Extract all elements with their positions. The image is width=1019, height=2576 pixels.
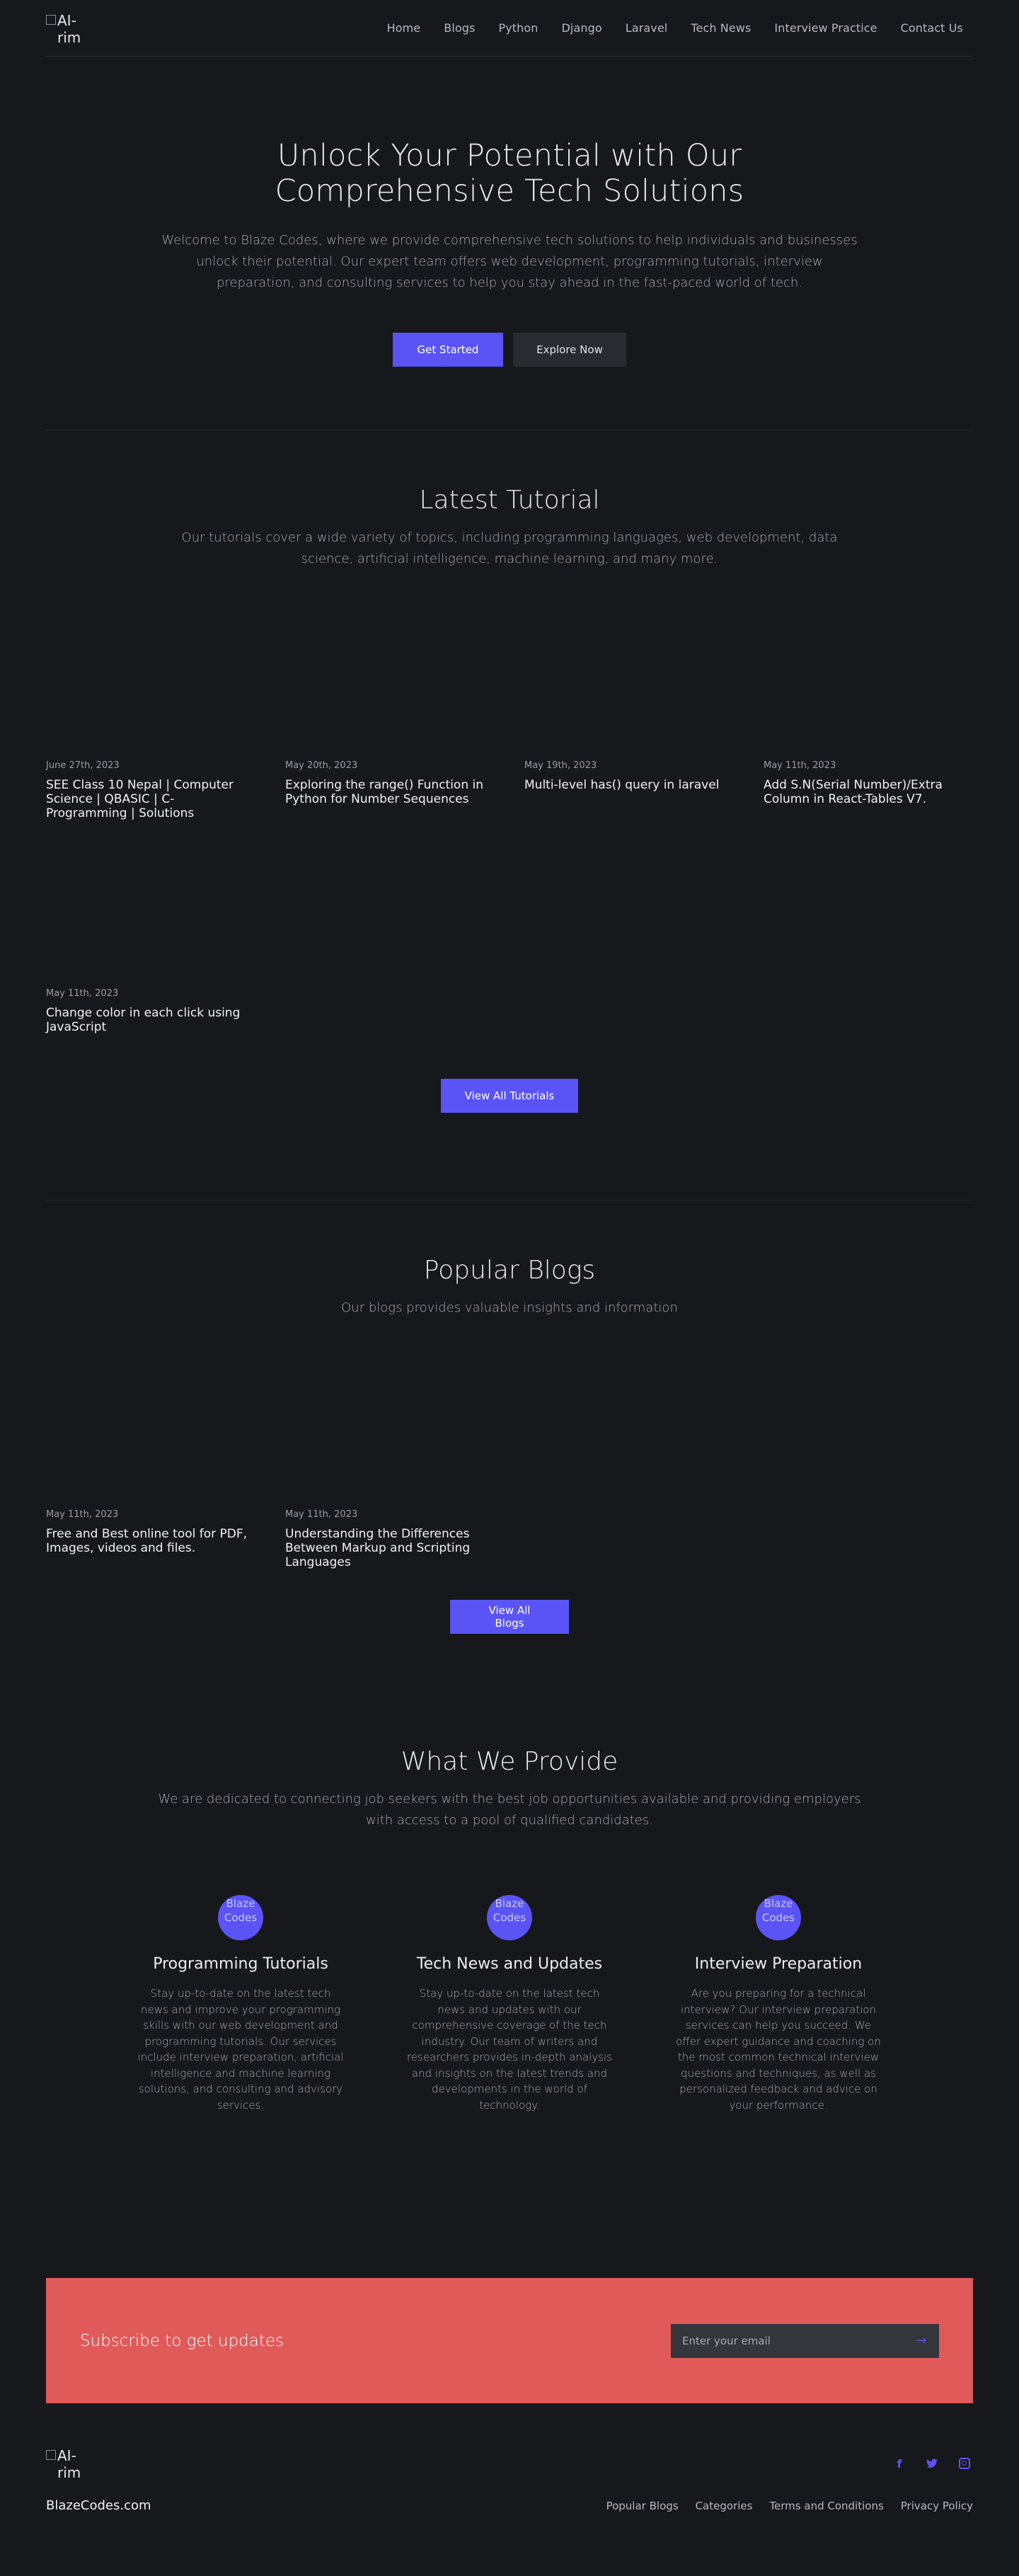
broken-image-icon [46,2450,56,2460]
tutorials-title: Latest Tutorial [419,486,600,515]
nav-tech-news[interactable]: Tech News [691,21,751,35]
nav-blogs[interactable]: Blogs [444,21,475,35]
news-icon: Blaze Codes [487,1895,532,1940]
nav-contact-us[interactable]: Contact Us [901,21,963,35]
social-links: f [894,2457,973,2471]
feature-title: Programming Tutorials [153,1955,328,1973]
feature-title: Interview Preparation [694,1955,863,1973]
footer-link-privacy[interactable]: Privacy Policy [901,2500,973,2512]
hero-section: Unlock Your Potential with Our Comprehen… [46,57,973,430]
popular-blogs-section: Popular Blogs Our blogs provides valuabl… [46,1201,973,1747]
tutorial-card[interactable]: May 11th, 2023 Change color in each clic… [46,837,253,1065]
feature-item: Blaze Codes Interview Preparation Are yo… [673,1895,884,2113]
instagram-icon[interactable] [959,2458,970,2469]
blogs-button-row: View All Blogs [46,1600,973,1634]
card-date: May 11th, 2023 [46,988,119,999]
email-field[interactable] [671,2323,904,2358]
hero-title: Unlock Your Potential with Our Comprehen… [275,138,744,209]
card-title[interactable]: Add S.N(Serial Number)/Extra Column in R… [764,778,970,820]
subscribe-form: → [671,2323,939,2358]
feature-title: Tech News and Updates [416,1955,603,1973]
footer-bottom-row: BlazeCodes.com Popular Blogs Categories … [46,2498,973,2513]
feature-text: Are you preparing for a technical interv… [676,1987,881,2112]
logo-alt-text: AI-rim [57,2447,80,2480]
provide-title: What We Provide [401,1747,618,1776]
footer-link-popular-blogs[interactable]: Popular Blogs [606,2500,679,2512]
interview-icon: Blaze Codes [756,1895,801,1940]
footer-links: Popular Blogs Categories Terms and Condi… [606,2500,973,2512]
nav-laravel[interactable]: Laravel [626,21,668,35]
card-date: June 27th, 2023 [46,760,120,771]
arrow-right-icon[interactable]: → [904,2324,939,2358]
feature-list: Blaze Codes Programming Tutorials Stay u… [46,1895,973,2113]
card-date: May 19th, 2023 [524,760,597,771]
latest-tutorial-section: Latest Tutorial Our tutorials cover a wi… [46,430,973,1201]
nav-home[interactable]: Home [387,21,421,35]
nav-django[interactable]: Django [562,21,602,35]
subscribe-banner: Subscribe to get updates → [46,2278,973,2403]
site-footer: AI-rim f BlazeCodes.com Popular Blogs Ca… [46,2403,973,2576]
programming-icon: Blaze Codes [218,1895,263,1940]
twitter-icon[interactable] [926,2458,938,2469]
feature-text: Stay up-to-date on the latest tech news … [406,1987,613,2112]
site-header: AI-rim Home Blogs Python Django Laravel … [46,0,973,57]
provide-lead: We are dedicated to connecting job seeke… [158,1792,861,1828]
card-title[interactable]: Understanding the Differences Between Ma… [285,1527,492,1569]
tutorial-card[interactable]: May 11th, 2023 Add S.N(Serial Number)/Ex… [764,609,970,837]
feature-text: Stay up-to-date on the latest tech news … [137,1987,344,2112]
card-date: May 11th, 2023 [46,1509,119,1520]
main-nav: Home Blogs Python Django Laravel Tech Ne… [387,21,973,35]
blogs-title: Popular Blogs [423,1256,596,1285]
card-title[interactable]: Multi-level has() query in laravel [524,778,731,820]
footer-brand: BlazeCodes.com [46,2498,151,2513]
footer-logo[interactable]: AI-rim [46,2447,80,2480]
hero-buttons: Get Started Explore Now [46,333,973,367]
tutorial-card[interactable]: May 20th, 2023 Exploring the range() Fun… [285,609,492,837]
tutorial-card[interactable]: June 27th, 2023 SEE Class 10 Nepal | Com… [46,609,253,837]
tutorial-card[interactable]: May 19th, 2023 Multi-level has() query i… [524,609,731,837]
hero-text: Welcome to Blaze Codes, where we provide… [161,233,858,290]
feature-item: Blaze Codes Tech News and Updates Stay u… [404,1895,615,2113]
footer-link-categories[interactable]: Categories [696,2500,753,2512]
what-we-provide-section: What We Provide We are dedicated to conn… [46,1747,973,2278]
card-title[interactable]: Exploring the range() Function in Python… [285,778,492,820]
card-date: May 11th, 2023 [285,1509,358,1520]
card-title[interactable]: SEE Class 10 Nepal | Computer Science | … [46,778,253,820]
card-date: May 20th, 2023 [285,760,358,771]
broken-image-icon [46,14,56,25]
tutorials-button-row: View All Tutorials [46,1079,973,1113]
card-date: May 11th, 2023 [764,760,836,771]
view-all-tutorials-button[interactable]: View All Tutorials [441,1079,578,1113]
blog-list: May 11th, 2023 Free and Best online tool… [46,1358,973,1586]
footer-link-terms[interactable]: Terms and Conditions [769,2500,883,2512]
nav-interview-practice[interactable]: Interview Practice [774,21,877,35]
logo-alt-text: AI-rim [57,11,80,45]
nav-python[interactable]: Python [498,21,538,35]
view-all-blogs-button[interactable]: View All Blogs [450,1600,569,1634]
footer-top-row: AI-rim f [46,2447,973,2480]
facebook-icon[interactable]: f [894,2457,905,2471]
card-title[interactable]: Free and Best online tool for PDF, Image… [46,1527,253,1569]
explore-now-button[interactable]: Explore Now [513,333,626,367]
tutorial-list: June 27th, 2023 SEE Class 10 Nepal | Com… [46,609,973,1065]
get-started-button[interactable]: Get Started [393,333,503,367]
blogs-lead: Our blogs provides valuable insights and… [341,1300,678,1315]
card-title[interactable]: Change color in each click using JavaScr… [46,1006,253,1048]
subscribe-title: Subscribe to get updates [80,2331,284,2350]
site-logo[interactable]: AI-rim [46,12,80,45]
feature-item: Blaze Codes Programming Tutorials Stay u… [135,1895,346,2113]
tutorials-lead: Our tutorials cover a wide variety of to… [181,530,838,566]
blog-card[interactable]: May 11th, 2023 Understanding the Differe… [285,1358,492,1586]
blog-card[interactable]: May 11th, 2023 Free and Best online tool… [46,1358,253,1586]
